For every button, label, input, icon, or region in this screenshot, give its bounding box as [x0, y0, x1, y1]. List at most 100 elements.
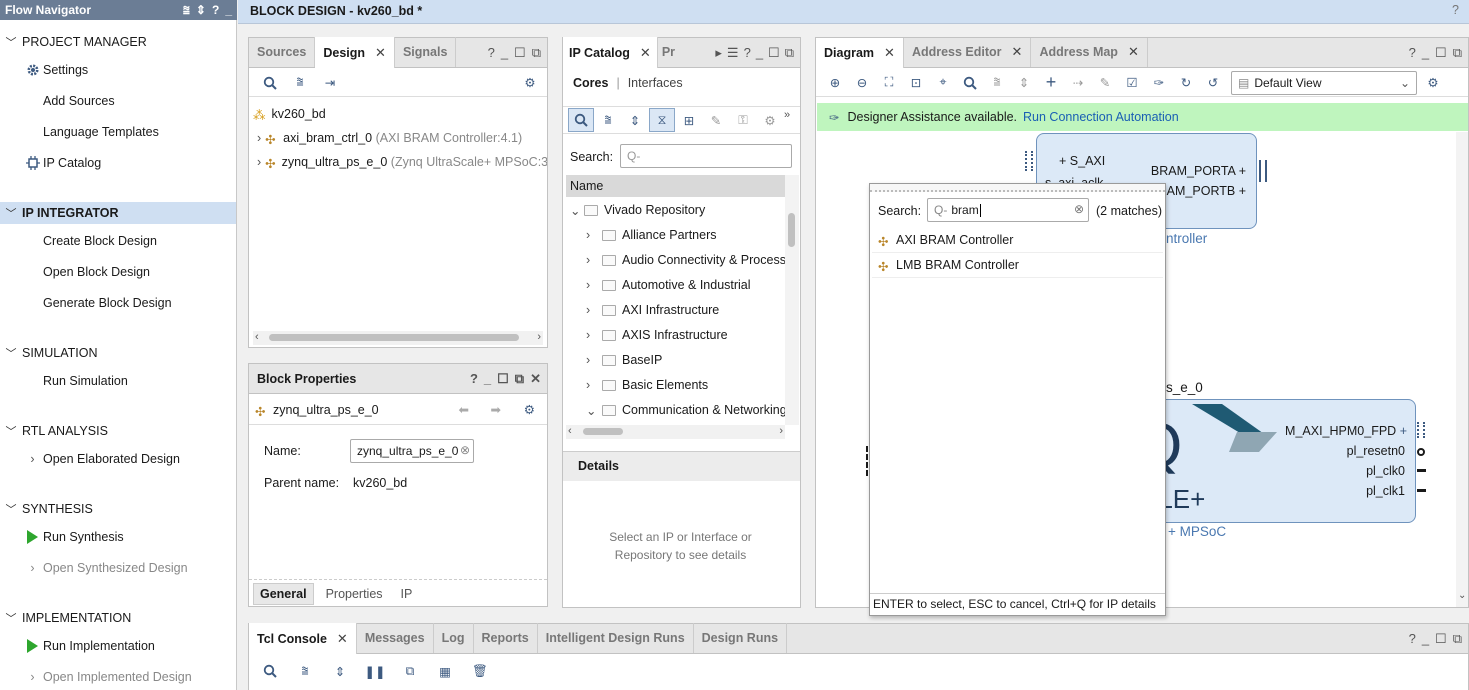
minimize-icon[interactable]: _: [756, 45, 763, 61]
catalog-folder-row[interactable]: › AXIS Infrastructure: [586, 323, 728, 347]
key-icon[interactable]: ⚿: [730, 108, 756, 132]
interfaces-link[interactable]: Interfaces: [628, 76, 683, 90]
tab-properties[interactable]: Properties: [320, 584, 389, 604]
tab-intelligent-design-runs[interactable]: Intelligent Design Runs: [538, 623, 694, 653]
clear-icon[interactable]: ⊗: [460, 443, 470, 457]
nav-language-templates[interactable]: Language Templates: [43, 122, 159, 142]
tab-messages[interactable]: Messages: [357, 623, 434, 653]
port-bram-porta[interactable]: BRAM_PORTA +: [1151, 164, 1246, 178]
copy-icon[interactable]: ⧉: [397, 659, 423, 683]
chevron-right-icon[interactable]: ›: [22, 452, 43, 466]
float-icon[interactable]: ⧉: [515, 371, 524, 387]
nav-open-elaborated-design[interactable]: › Open Elaborated Design: [22, 449, 180, 469]
chevron-down-icon[interactable]: ﹀: [0, 501, 22, 517]
scroll-thumb[interactable]: [788, 213, 795, 247]
section-project-manager[interactable]: ﹀ PROJECT MANAGER: [0, 31, 236, 53]
cores-link[interactable]: Cores: [573, 76, 608, 90]
add-ip-icon[interactable]: +: [1038, 71, 1064, 95]
section-ip-integrator[interactable]: ﹀ IP INTEGRATOR: [0, 202, 236, 224]
chevron-right-icon[interactable]: ›: [586, 353, 602, 367]
catalog-folder-row[interactable]: › Automotive & Industrial: [586, 273, 751, 297]
nav-create-block-design[interactable]: Create Block Design: [43, 231, 157, 251]
chevron-right-icon[interactable]: ›: [537, 331, 541, 343]
design-child-row[interactable]: › ✣ axi_bram_ctrl_0 (AXI BRAM Controller…: [257, 126, 522, 150]
column-header-name[interactable]: Name: [566, 175, 785, 197]
wrench-icon[interactable]: ✎: [703, 108, 729, 132]
auto-fit-icon[interactable]: ⌖: [930, 71, 956, 95]
tab-ip-catalog[interactable]: IP Catalog ✕: [563, 37, 658, 68]
search-icon[interactable]: [257, 71, 283, 95]
tab-diagram[interactable]: Diagram ✕: [816, 38, 904, 68]
catalog-folder-row[interactable]: › BaseIP: [586, 348, 662, 372]
maximize-icon[interactable]: ☐: [1435, 45, 1447, 61]
close-icon[interactable]: ✕: [640, 45, 651, 61]
pin-icon[interactable]: ✑: [1146, 71, 1172, 95]
nav-run-simulation[interactable]: Run Simulation: [43, 371, 128, 391]
chevron-right-icon[interactable]: ›: [586, 278, 602, 292]
help-icon[interactable]: ?: [212, 3, 219, 18]
chevron-left-icon[interactable]: ‹: [255, 331, 259, 343]
popup-drag-handle[interactable]: [870, 184, 1165, 192]
gear-icon[interactable]: ⚙: [1420, 71, 1446, 95]
nav-open-implemented-design[interactable]: › Open Implemented Design: [22, 667, 191, 687]
close-icon[interactable]: ✕: [375, 45, 386, 61]
tab-reports[interactable]: Reports: [474, 623, 538, 653]
float-icon[interactable]: ⧉: [785, 45, 794, 61]
chevron-right-icon[interactable]: ›: [22, 561, 43, 575]
hierarchy-icon[interactable]: ⇥: [317, 71, 343, 95]
close-icon[interactable]: ✕: [337, 631, 348, 647]
nav-settings[interactable]: Settings: [22, 60, 88, 80]
popup-result-item[interactable]: ✣ AXI BRAM Controller: [872, 228, 1163, 253]
float-icon[interactable]: ⧉: [532, 45, 541, 61]
section-synthesis[interactable]: ﹀ SYNTHESIS: [0, 498, 236, 520]
catalog-folder-row[interactable]: › Alliance Partners: [586, 223, 717, 247]
filter-icon[interactable]: ⧖: [649, 108, 675, 132]
tab-ip[interactable]: IP: [395, 584, 419, 604]
chevron-right-icon[interactable]: ›: [586, 253, 602, 267]
chevron-right-icon[interactable]: ›: [586, 228, 602, 242]
tab-design[interactable]: Design ✕: [315, 37, 395, 68]
view-select[interactable]: ▤ Default View ⌄: [1231, 70, 1417, 95]
name-field[interactable]: zynq_ultra_ps_e_0 ⊗: [350, 439, 474, 463]
chevron-right-icon[interactable]: ›: [257, 155, 261, 169]
chevron-down-icon[interactable]: ⌄: [570, 203, 584, 218]
help-icon[interactable]: ?: [1452, 3, 1459, 17]
more-icon[interactable]: »: [784, 109, 790, 121]
tab-scroll-right-icon[interactable]: ▸: [715, 45, 722, 61]
catalog-folder-row[interactable]: › AXI Infrastructure: [586, 298, 719, 322]
port-s-axi[interactable]: + S_AXI: [1059, 154, 1105, 168]
catalog-search-input[interactable]: Q-: [620, 144, 792, 168]
nav-open-block-design[interactable]: Open Block Design: [43, 262, 150, 282]
chevron-right-icon[interactable]: ›: [22, 670, 43, 684]
port-pl-clk0[interactable]: pl_clk0: [1366, 464, 1405, 478]
regenerate-icon[interactable]: ↻: [1173, 71, 1199, 95]
minimize-icon[interactable]: _: [501, 45, 508, 61]
refresh-icon[interactable]: ↺: [1200, 71, 1226, 95]
forward-arrow-icon[interactable]: ➡: [491, 402, 501, 417]
add-module-icon[interactable]: ⇢: [1065, 71, 1091, 95]
tab-tcl-console[interactable]: Tcl Console ✕: [249, 623, 357, 654]
minimize-icon[interactable]: _: [225, 3, 232, 18]
tab-project-summary[interactable]: Pr: [658, 37, 679, 67]
collapse-all-icon[interactable]: ⩰: [984, 71, 1010, 95]
horizontal-scrollbar[interactable]: ‹ ›: [253, 331, 543, 345]
design-child-row[interactable]: › ✣ zynq_ultra_ps_e_0 (Zynq UltraScale+ …: [257, 150, 547, 174]
catalog-root[interactable]: ⌄ Vivado Repository: [570, 198, 705, 222]
port-m-axi-hpm0-fpd[interactable]: M_AXI_HPM0_FPD +: [1285, 424, 1407, 438]
wrench-icon[interactable]: ✎: [1092, 71, 1118, 95]
popup-search-input[interactable]: Q- bram ⊗: [927, 198, 1089, 222]
nav-open-synthesized-design[interactable]: › Open Synthesized Design: [22, 558, 187, 578]
tab-address-editor[interactable]: Address Editor ✕: [904, 38, 1032, 67]
hierarchy-icon[interactable]: ⊞: [676, 108, 702, 132]
help-icon[interactable]: ?: [488, 45, 495, 61]
chevron-right-icon[interactable]: ›: [586, 303, 602, 317]
tab-design-runs[interactable]: Design Runs: [694, 623, 788, 653]
scroll-thumb[interactable]: [269, 334, 519, 341]
section-implementation[interactable]: ﹀ IMPLEMENTATION: [0, 607, 236, 629]
section-rtl-analysis[interactable]: ﹀ RTL ANALYSIS: [0, 420, 236, 442]
gear-icon[interactable]: ⚙: [517, 71, 543, 95]
chevron-right-icon[interactable]: ›: [779, 425, 783, 437]
expand-all-icon[interactable]: ⇕: [622, 108, 648, 132]
design-root[interactable]: ⁂ kv260_bd: [253, 102, 326, 126]
expand-all-icon[interactable]: ⇕: [1011, 71, 1037, 95]
